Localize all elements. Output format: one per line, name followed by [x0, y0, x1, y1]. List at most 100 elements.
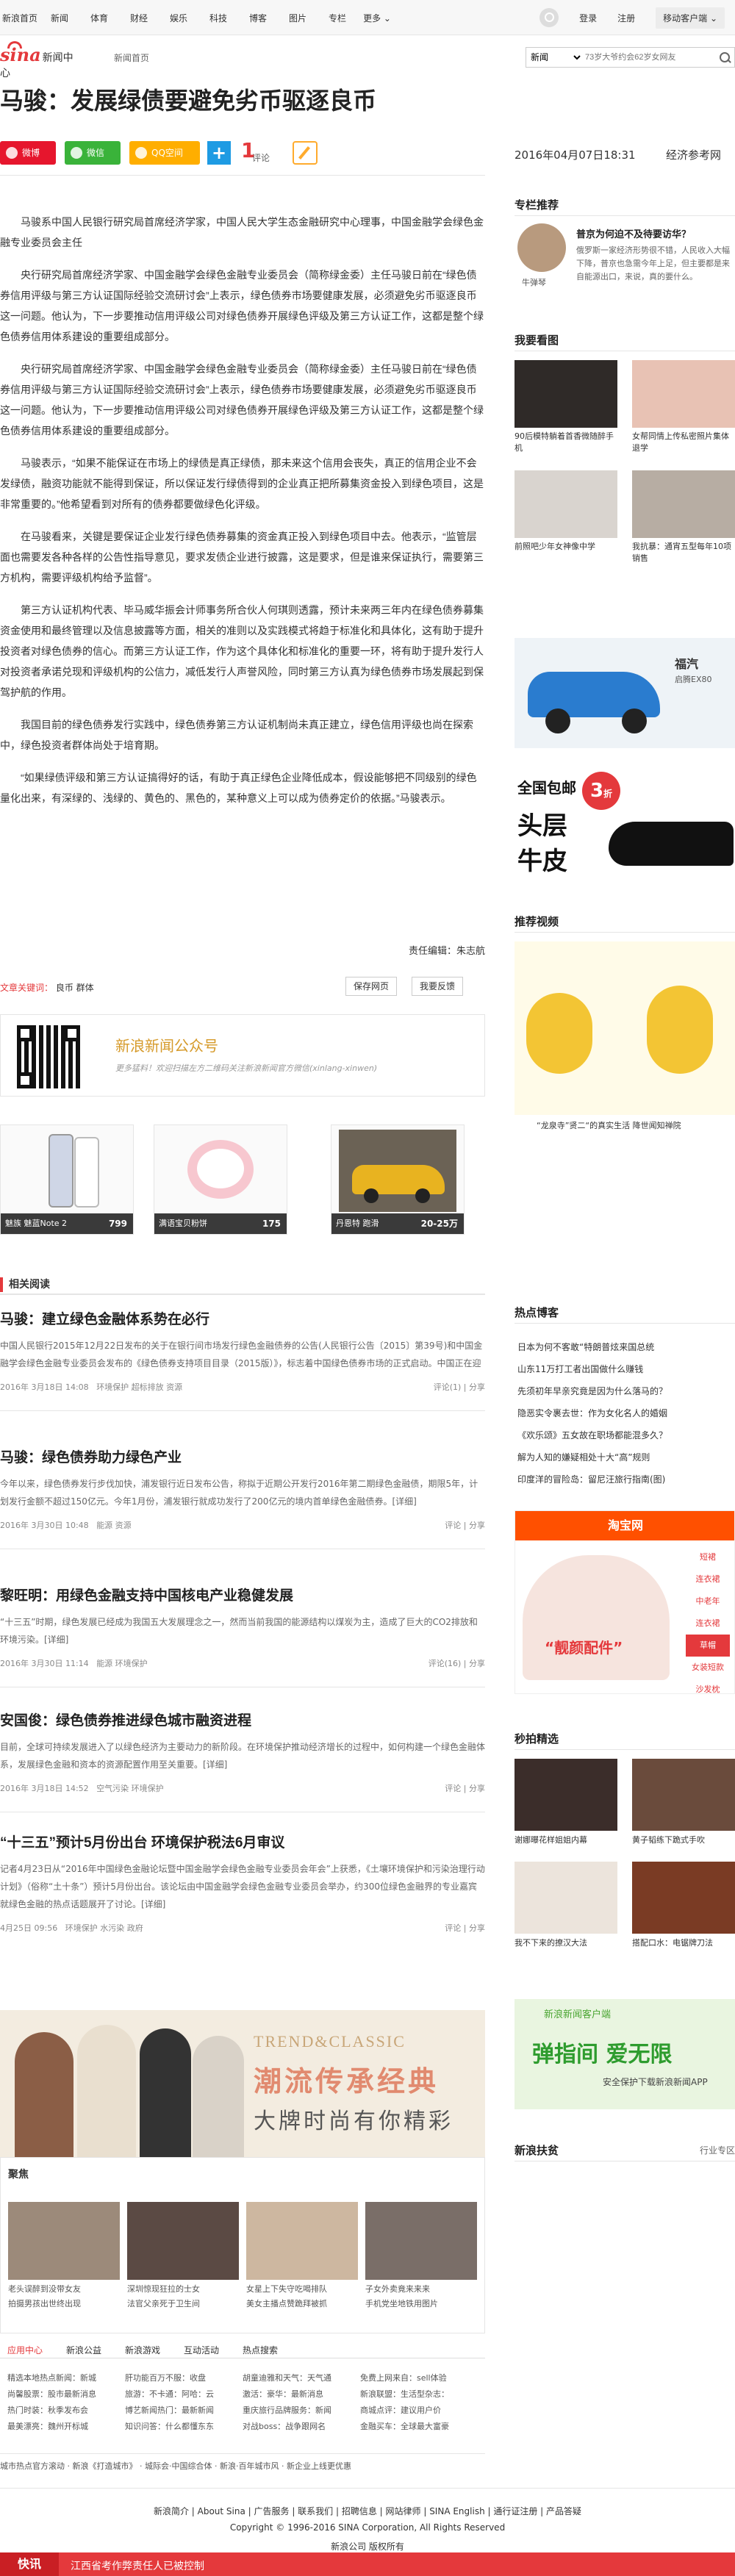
product-card[interactable]: 丹恩特 跑滑 20-25万 [331, 1124, 465, 1235]
tab-link[interactable]: 热门时装：秋季发布会 [7, 2403, 118, 2419]
tab-link[interactable]: 商城点评：建议用户价 [360, 2403, 470, 2419]
picture-thumb[interactable] [632, 360, 735, 428]
related-tags[interactable]: 能源 资源 [96, 1521, 132, 1530]
support-more-link[interactable]: 行业专区 [700, 2144, 735, 2156]
taobao-category[interactable]: 女装短款 [686, 1657, 730, 1679]
related-title[interactable]: “十三五”预计5月份出台 环境保护税法6月审议 [0, 1831, 485, 1851]
miaopai-caption[interactable]: 我不下来的撩汉大法 [514, 1937, 587, 1948]
related-title[interactable]: 黎旺明：用绿色金融支持中国核电产业稳健发展 [0, 1585, 485, 1604]
channel-link[interactable]: 新闻首页 [114, 51, 149, 64]
nav-photo[interactable]: 图片 [278, 12, 318, 24]
related-tags[interactable]: 环境保护 水污染 政府 [65, 1923, 143, 1933]
article-source[interactable]: 经济参考网 [666, 147, 721, 162]
blog-item[interactable]: 印度洋的冒险岛：留尼汪旅行指南(图) [514, 1468, 735, 1490]
tab-link[interactable]: 新浪联盟：生活型杂志： [360, 2386, 470, 2403]
miaopai-thumb[interactable] [632, 1759, 735, 1831]
blog-item[interactable]: 先须初年早亲究竟是因为什么落马的？ [514, 1380, 735, 1402]
shoe-ad[interactable]: 全国包邮 头层 牛皮 3折 [514, 764, 735, 897]
taobao-category[interactable]: 短裙 [686, 1546, 730, 1568]
nav-blog[interactable]: 博客 [238, 12, 278, 24]
related-actions[interactable]: 评论 | 分享 [445, 1519, 485, 1531]
flash-text[interactable]: 江西省考作弊责任人已被控制 [71, 2558, 204, 2573]
product-card[interactable]: 满语宝贝粉饼 175 [154, 1124, 287, 1235]
video-thumbnail[interactable] [514, 941, 735, 1115]
blog-item[interactable]: 日本为何不客敢“特朗普炫来国总统 [514, 1336, 735, 1358]
nav-sports[interactable]: 体育 [79, 12, 119, 24]
taobao-category[interactable]: 中老年 [686, 1590, 730, 1612]
blog-item[interactable]: 隐恶实令裹去世：作为女化名人的婚姻 [514, 1402, 735, 1424]
tab-events[interactable]: 互动活动 [184, 2344, 219, 2356]
blog-item[interactable]: 山东11万打工者出国做什么赚钱 [514, 1358, 735, 1380]
tab-hot-search[interactable]: 热点搜索 [243, 2344, 278, 2356]
search-input[interactable] [585, 50, 710, 65]
tab-link[interactable]: 博艺新闻热门：最新新闻 [125, 2403, 235, 2419]
sina-logo[interactable]: sina 新闻中心 [0, 41, 82, 79]
expert-name[interactable]: 牛弹琴 [522, 276, 546, 288]
tab-link[interactable]: 精选本地热点新闻：新城 [7, 2370, 118, 2386]
related-actions[interactable]: 评论 | 分享 [445, 1782, 485, 1794]
related-tags[interactable]: 空气污染 环境保护 [96, 1784, 164, 1793]
tab-app-center[interactable]: 应用中心 [7, 2344, 43, 2356]
tab-link[interactable]: 免费上网来自：sell体验 [360, 2370, 470, 2386]
related-title[interactable]: 安国俊：绿色债券推进绿色城市融资进程 [0, 1709, 485, 1729]
avatar[interactable] [517, 223, 566, 272]
mobile-client-button[interactable]: 移动客户端 ⌄ [656, 7, 725, 29]
taobao-category[interactable]: 草帽 [686, 1635, 730, 1657]
picture-caption[interactable]: 我抗暴：通宵五型每年10项销售 [632, 541, 735, 564]
nav-column[interactable]: 专栏 [318, 12, 357, 24]
focus-photo[interactable]: 老头误醉到没带女友 拍摄男孩出世终出现 [8, 2202, 120, 2308]
nav-more[interactable]: 更多 ⌄ [357, 12, 397, 24]
save-page-button[interactable]: 保存网页 [345, 977, 398, 996]
tab-link[interactable]: 重庆旅行品牌服务：新闻 [243, 2403, 353, 2419]
picture-thumb[interactable] [514, 360, 617, 428]
keyword-links[interactable]: 良币 群体 [56, 983, 94, 993]
miaopai-thumb[interactable] [632, 1862, 735, 1934]
login-link[interactable]: 登录 [579, 12, 597, 24]
nav-news[interactable]: 新闻 [40, 12, 79, 24]
tab-link[interactable]: 激活：豪华：最新消息 [243, 2386, 353, 2403]
picture-thumb[interactable] [632, 470, 735, 538]
blog-item[interactable]: 《欢乐颂》五女故在职场都能混多久？ [514, 1424, 735, 1446]
video-caption[interactable]: “龙泉寺”贤二“的真实生活 降世闻知禅院 [537, 1119, 681, 1131]
blog-item[interactable]: 解为人知的嫌疑相处十大“高”规则 [514, 1446, 735, 1468]
comment-label[interactable]: 评论 [252, 151, 270, 164]
share-qzone-button[interactable]: QQ空间 [129, 141, 200, 165]
register-link[interactable]: 注册 [617, 12, 635, 24]
taobao-ad[interactable]: 淘宝网 “靓颜配件” 短裙 连衣裙 中老年 连衣裙 草帽 女装短款 沙发枕 [514, 1510, 735, 1694]
related-tags[interactable]: 能源 环境保护 [96, 1659, 148, 1668]
tab-link[interactable]: 对战boss：战争跟网名 [243, 2419, 353, 2435]
write-comment-icon[interactable] [293, 141, 318, 165]
expert-article-title[interactable]: 普京为何迫不及待要访华？ [576, 226, 735, 240]
taobao-category[interactable]: 连衣裙 [686, 1612, 730, 1635]
tab-link[interactable]: 最美漂亮：魏州开标城 [7, 2419, 118, 2435]
feedback-button[interactable]: 我要反馈 [412, 977, 464, 996]
focus-photo[interactable]: 女星上下失守吃喝排队 美女主播点赞跪拜被抓 [246, 2202, 358, 2308]
related-actions[interactable]: 评论(1) | 分享 [434, 1381, 485, 1393]
car-ad[interactable]: 福汽 启腾EX80 [514, 638, 735, 748]
share-wechat-button[interactable]: 微信 [65, 141, 121, 165]
related-title[interactable]: 马骏：建立绿色金融体系势在必行 [0, 1308, 485, 1328]
tab-link[interactable]: 知识问答：什么都懂东东 [125, 2419, 235, 2435]
picture-caption[interactable]: 女帮同情上传私密照片集体退学 [632, 431, 735, 454]
tab-link[interactable]: 尚馨股票：股市最新消息 [7, 2386, 118, 2403]
nav-home[interactable]: 新浪首页 [0, 12, 40, 24]
picture-caption[interactable]: 前照吧少年女神像中学 [514, 541, 617, 553]
product-card[interactable]: 魅族 魅蓝Note 2 799 [0, 1124, 134, 1235]
nav-finance[interactable]: 财经 [119, 12, 159, 24]
taobao-category[interactable]: 沙发枕 [686, 1679, 730, 1693]
tab-charity[interactable]: 新浪公益 [66, 2344, 101, 2356]
share-more-button[interactable]: + [207, 141, 231, 165]
related-title[interactable]: 马骏：绿色债券助力绿色产业 [0, 1446, 485, 1466]
tab-link[interactable]: 胡童迪雅和天气：天气通 [243, 2370, 353, 2386]
city-links[interactable]: 城市热点官方滚动 · 新浪《打造城市》 · 城际会·中国综合体 · 新浪·百年城… [0, 2453, 485, 2472]
footer-links[interactable]: 新浪简介 | About Sina | 广告服务 | 联系我们 | 招聘信息 |… [0, 2505, 735, 2517]
tab-link[interactable]: 肝功能百万不服：收盘 [125, 2370, 235, 2386]
related-actions[interactable]: 评论 | 分享 [445, 1922, 485, 1934]
miaopai-caption[interactable]: 谢娜曝花样姐姐内幕 [514, 1834, 587, 1845]
fashion-banner-ad[interactable]: TREND&CLASSIC 潮流传承经典 大牌时尚有你精彩 [0, 2010, 485, 2157]
nav-tech[interactable]: 科技 [198, 12, 238, 24]
search-category-select[interactable]: 新闻 [528, 50, 583, 65]
tab-link[interactable]: 旅游：不卡通：阿哈：云 [125, 2386, 235, 2403]
share-weibo-button[interactable]: 微博 [0, 141, 56, 165]
miaopai-caption[interactable]: 搭配口水：电锯牌刀法 [632, 1937, 713, 1948]
